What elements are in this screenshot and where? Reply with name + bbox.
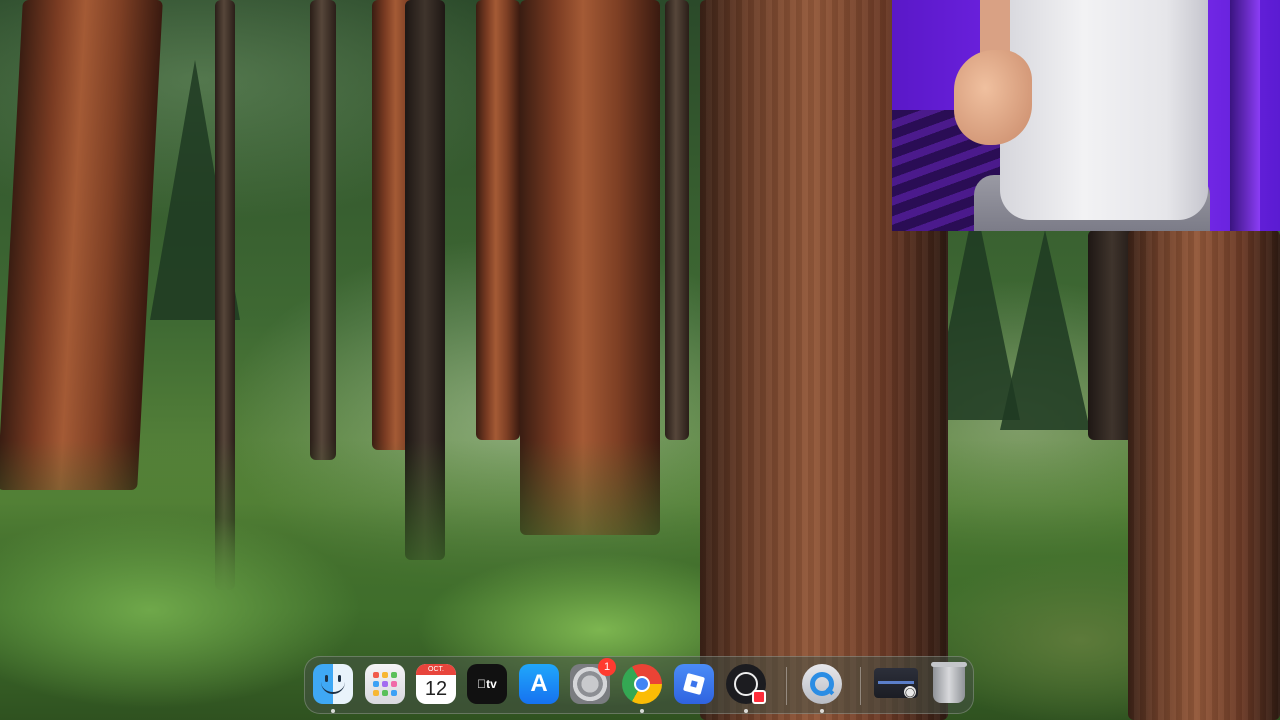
window-thumbnail-icon[interactable]: ◯ — [874, 668, 918, 698]
dock-separator — [860, 667, 861, 705]
obs-icon[interactable] — [726, 664, 766, 704]
chrome-center — [634, 676, 650, 692]
recording-indicator-icon — [752, 690, 766, 704]
webcam-hand — [954, 50, 1032, 145]
trash-lid — [931, 662, 967, 667]
launchpad-grid — [373, 672, 397, 696]
app-store-icon[interactable]: A — [519, 664, 559, 704]
dock-separator — [786, 667, 787, 705]
apple-tv-label:  — [477, 677, 486, 691]
dock: OCT. 12 tv A 1 — [304, 656, 974, 714]
webcam-overlay — [892, 0, 1280, 231]
calendar-icon[interactable]: OCT. 12 — [416, 664, 456, 704]
finder-icon[interactable] — [313, 664, 353, 704]
trash-icon[interactable] — [931, 662, 967, 703]
window-thumbnail-bar — [878, 681, 914, 684]
app-store-glyph: A — [530, 670, 548, 697]
wallpaper-trunk — [0, 0, 163, 490]
quicktime-running-indicator — [820, 709, 824, 713]
obs-running-indicator — [744, 709, 748, 713]
roblox-icon[interactable] — [674, 664, 714, 704]
chrome-icon[interactable] — [622, 664, 662, 704]
finder-smile — [321, 676, 345, 694]
notification-badge: 1 — [598, 658, 616, 676]
wallpaper-trunk — [310, 0, 336, 460]
apple-tv-icon[interactable]: tv — [467, 664, 507, 704]
wallpaper-trunk — [665, 0, 689, 440]
calendar-month: OCT. — [416, 664, 456, 675]
finder-running-indicator — [331, 709, 335, 713]
apple-tv-text: tv — [481, 677, 497, 691]
desktop: OCT. 12 tv A 1 — [0, 0, 1280, 720]
wallpaper-pine — [1000, 230, 1090, 430]
window-thumbnail-app-badge-icon: ◯ — [904, 686, 916, 698]
webcam-wall — [1230, 0, 1260, 231]
chrome-running-indicator — [640, 709, 644, 713]
wallpaper-trunk — [476, 0, 520, 440]
calendar-day: 12 — [424, 678, 448, 700]
roblox-logo — [682, 672, 706, 696]
quicktime-icon[interactable] — [802, 664, 842, 704]
gear-icon[interactable]: 1 — [570, 658, 616, 704]
launchpad-icon[interactable] — [365, 664, 405, 704]
wallpaper-trunk — [1128, 230, 1280, 720]
